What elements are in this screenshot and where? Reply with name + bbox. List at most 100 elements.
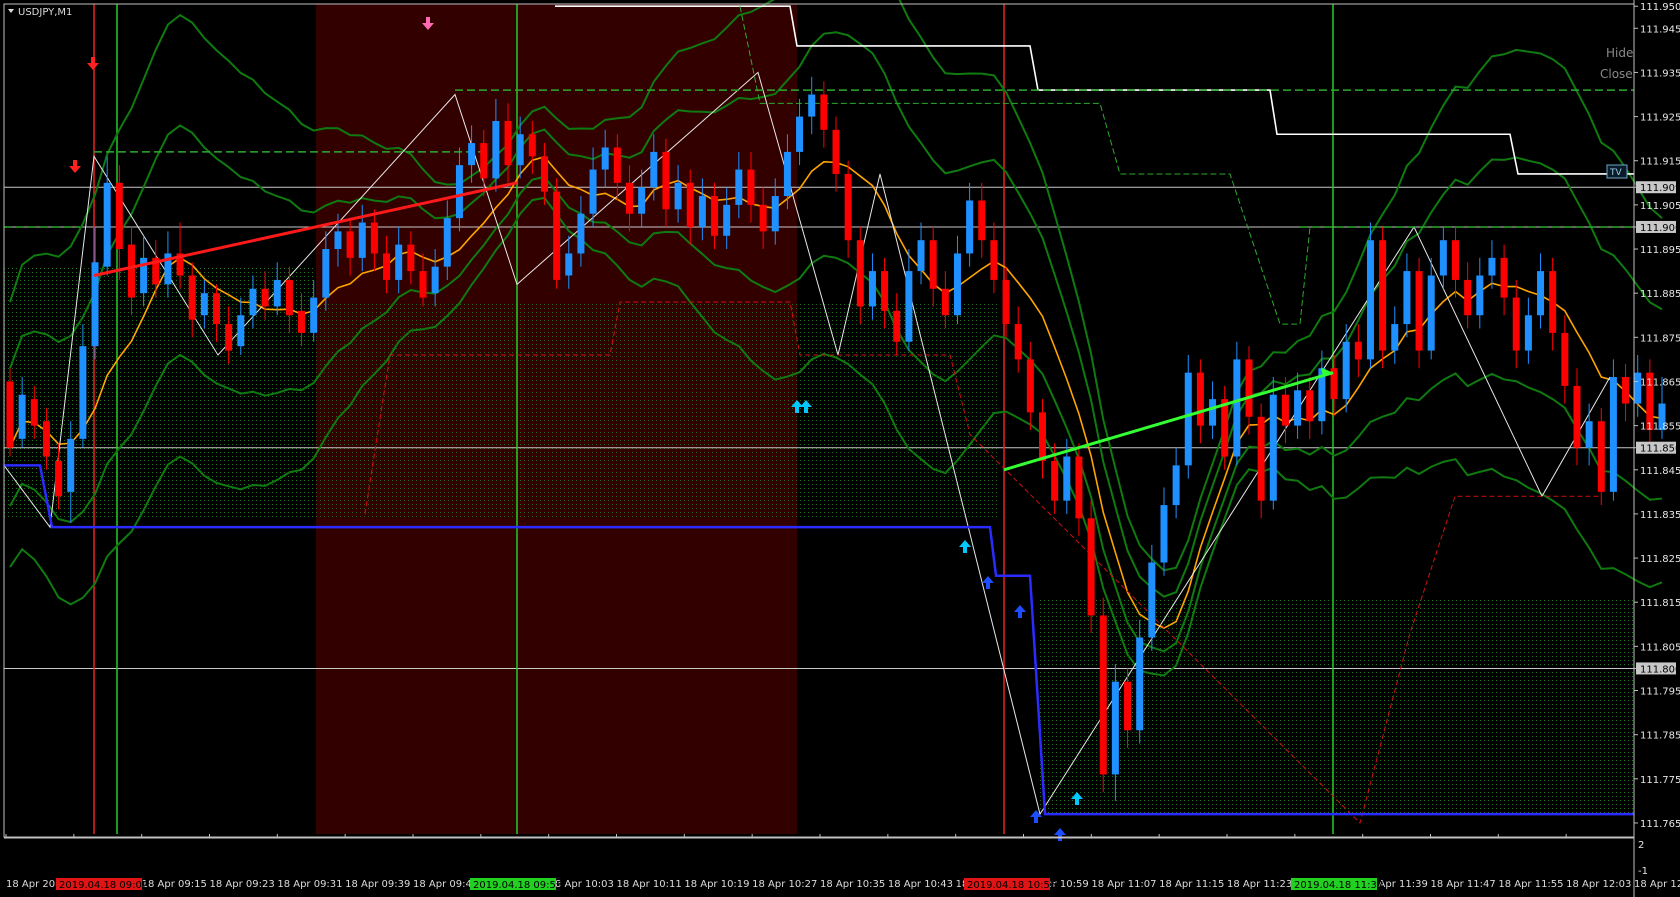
price-tag-label: 111.800 xyxy=(1640,664,1680,675)
time-label: 18 Apr 09:39 xyxy=(345,879,410,890)
candle xyxy=(516,134,524,166)
candle xyxy=(1391,324,1399,351)
candle xyxy=(1549,271,1557,333)
candle xyxy=(577,213,585,254)
candle xyxy=(1524,315,1532,351)
price-tick-label: 111.950 xyxy=(1640,2,1680,13)
price-tick-label: 111.785 xyxy=(1640,731,1680,742)
time-label: 18 Apr 10:27 xyxy=(752,879,817,890)
candle xyxy=(1087,518,1095,616)
price-tag-label: 111.850 xyxy=(1640,444,1680,455)
candle xyxy=(1172,465,1180,506)
candle xyxy=(237,315,245,347)
candle xyxy=(1063,456,1071,501)
candle xyxy=(261,288,269,307)
candle xyxy=(638,187,646,214)
candle xyxy=(1354,341,1362,360)
hide-button[interactable]: Hide xyxy=(1606,46,1633,60)
candle xyxy=(115,182,123,250)
price-tick-label: 111.765 xyxy=(1640,819,1680,830)
price-tick-label: 111.835 xyxy=(1640,510,1680,521)
candle xyxy=(1585,421,1593,448)
time-marker-label: 2019.04.18 10:56 xyxy=(967,880,1056,891)
candle xyxy=(1476,275,1484,316)
tv-badge[interactable]: TV xyxy=(1606,164,1628,179)
subwindow-tick-label: 2 xyxy=(1638,840,1644,851)
price-tick-label: 111.945 xyxy=(1640,24,1680,35)
candle xyxy=(1403,271,1411,325)
candle xyxy=(674,182,682,210)
candle xyxy=(990,240,998,280)
candle xyxy=(419,271,427,298)
candle xyxy=(455,165,463,219)
time-marker-label: 2019.04.18 11:37 xyxy=(1294,880,1383,891)
candle xyxy=(480,143,488,179)
candle xyxy=(1488,257,1496,276)
candle xyxy=(540,156,548,192)
candle xyxy=(1184,372,1192,466)
candle xyxy=(1039,412,1046,461)
candle xyxy=(808,94,816,117)
candle xyxy=(1464,279,1472,316)
candle xyxy=(395,244,403,280)
candle xyxy=(1622,377,1630,404)
price-chart[interactable]: 111.950 111.945 111.935 111.925 111.915 111.9… xyxy=(0,0,1680,897)
candle xyxy=(1148,562,1156,638)
price-tick-label: 111.895 xyxy=(1640,245,1680,256)
candle xyxy=(1439,240,1447,276)
candle xyxy=(200,293,208,316)
candle xyxy=(601,147,609,170)
time-label: 18 Apr 10:43 xyxy=(888,879,953,890)
candle xyxy=(370,222,378,254)
candle xyxy=(1209,399,1217,426)
time-label: 18 Apr 12:11 xyxy=(1634,879,1680,890)
candle xyxy=(1281,394,1289,426)
candle xyxy=(1294,390,1302,426)
candle xyxy=(759,204,767,232)
candle xyxy=(893,310,901,342)
candle xyxy=(1245,359,1253,417)
symbol-header[interactable]: USDJPY,M1 xyxy=(8,7,72,18)
candle xyxy=(650,151,658,188)
candle xyxy=(1221,399,1229,457)
candle xyxy=(662,151,670,210)
candle xyxy=(443,218,451,267)
subwindow-tick-label: -1 xyxy=(1638,866,1648,877)
price-tick-label: 111.825 xyxy=(1640,554,1680,565)
price-tag-label: 111.909 xyxy=(1640,183,1680,194)
candle xyxy=(917,240,925,272)
candle xyxy=(796,116,804,152)
price-tick-label: 111.775 xyxy=(1640,775,1680,786)
time-label: 18 Apr 11:55 xyxy=(1498,879,1563,890)
candle xyxy=(1427,275,1435,351)
candle xyxy=(711,196,719,236)
candle xyxy=(1366,240,1374,360)
time-label: 18 Apr 12:03 xyxy=(1566,879,1631,890)
candle xyxy=(225,324,233,351)
candle xyxy=(6,381,14,448)
candle xyxy=(1075,456,1083,519)
candle xyxy=(1136,637,1144,731)
candle xyxy=(1124,681,1132,731)
candle xyxy=(213,293,220,325)
close-button[interactable]: Close xyxy=(1600,67,1633,81)
candle xyxy=(1500,257,1508,298)
candle xyxy=(79,346,87,439)
price-tick-label: 111.795 xyxy=(1640,687,1680,698)
candle xyxy=(1099,615,1107,775)
candle xyxy=(310,297,318,333)
candle xyxy=(929,240,937,289)
candle xyxy=(589,169,597,214)
price-tick-label: 111.925 xyxy=(1640,113,1680,124)
time-label: 18 Apr 09:23 xyxy=(210,879,275,890)
symbol-label: USDJPY,M1 xyxy=(18,7,72,18)
candle xyxy=(905,271,913,342)
candle xyxy=(1609,377,1617,492)
candle xyxy=(322,249,330,298)
candle xyxy=(1002,279,1010,325)
price-tick-label: 111.915 xyxy=(1640,157,1680,168)
price-tick-label: 111.885 xyxy=(1640,289,1680,300)
candle xyxy=(468,143,476,166)
candle xyxy=(383,253,391,280)
candle xyxy=(127,244,135,298)
